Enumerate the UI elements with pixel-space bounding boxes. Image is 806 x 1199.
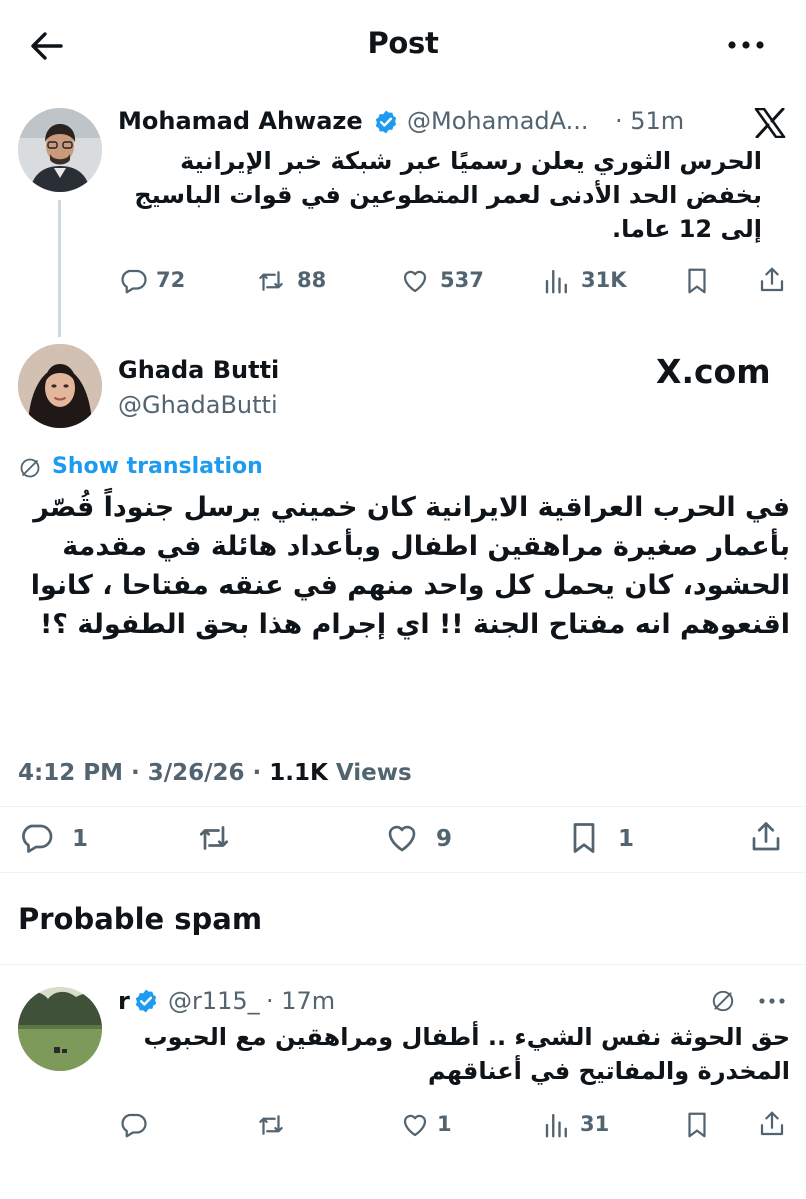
repost-count: 88 (297, 268, 327, 292)
author-handle[interactable]: @r115_ (168, 987, 260, 1015)
author-name[interactable]: Mohamad Ahwaze (118, 107, 363, 135)
author-name[interactable]: Ghada Butti (118, 356, 279, 384)
views-icon[interactable] (542, 266, 572, 296)
timestamp-text: 4:12 PM · 3/26/26 · (18, 760, 270, 786)
post-timestamp: 4:12 PM · 3/26/26 · 1.1K Views (18, 760, 412, 786)
verified-badge-icon (373, 109, 399, 135)
reply-icon[interactable] (118, 1110, 148, 1140)
share-icon[interactable] (757, 1109, 787, 1139)
verified-badge-icon (133, 988, 159, 1014)
bookmark-icon[interactable] (566, 820, 602, 856)
author-handle[interactable]: @GhadaButti (118, 391, 278, 419)
source-label: X.com (656, 352, 771, 391)
avatar[interactable] (18, 344, 102, 428)
like-icon[interactable] (384, 820, 420, 856)
repost-icon[interactable] (256, 266, 286, 296)
divider (0, 964, 806, 965)
bookmark-icon[interactable] (682, 1110, 712, 1140)
reply-count: 1 (72, 826, 89, 852)
divider (0, 806, 806, 807)
reply-count: 72 (156, 268, 186, 292)
views-count: 31 (580, 1112, 610, 1136)
post-time: · 51m (615, 107, 685, 135)
page-title: Post (367, 26, 439, 60)
post-time: · 17m (266, 987, 336, 1015)
like-count: 1 (437, 1112, 452, 1136)
views-label: Views (327, 760, 412, 786)
views-icon[interactable] (542, 1110, 572, 1140)
thread-line (58, 200, 61, 337)
reply-icon[interactable] (18, 820, 54, 856)
show-translation-link[interactable]: Show translation (52, 454, 263, 479)
post-text: حق الحوثة نفس الشيء .. أطفال ومراهقين مع… (143, 1023, 790, 1085)
bookmark-count: 1 (618, 826, 635, 852)
repost-icon[interactable] (256, 1110, 286, 1140)
like-icon[interactable] (400, 266, 430, 296)
author-handle[interactable]: @MohamadA... (407, 107, 589, 135)
translate-icon[interactable] (710, 988, 736, 1014)
reply-icon[interactable] (118, 266, 148, 296)
spam-section-title: Probable spam (18, 902, 263, 936)
x-logo-icon (754, 108, 786, 138)
like-icon[interactable] (400, 1110, 430, 1140)
divider (0, 872, 806, 873)
views-count: 31K (581, 268, 627, 292)
post-text: الحرس الثوري يعلن رسميًا عبر شبكة خبر ال… (134, 147, 762, 243)
more-options-icon[interactable] (724, 30, 768, 60)
views-count: 1.1K (269, 760, 328, 786)
avatar[interactable] (18, 987, 102, 1071)
translate-icon[interactable] (18, 456, 42, 480)
avatar[interactable] (18, 108, 102, 192)
share-icon[interactable] (748, 819, 784, 855)
more-options-icon[interactable] (756, 990, 788, 1012)
bookmark-icon[interactable] (682, 266, 712, 296)
like-count: 9 (436, 826, 453, 852)
share-icon[interactable] (757, 265, 787, 295)
like-count: 537 (440, 268, 484, 292)
repost-icon[interactable] (196, 820, 232, 856)
author-name[interactable]: r (118, 987, 130, 1015)
post-text: في الحرب العراقية الايرانية كان خميني ير… (30, 492, 790, 640)
